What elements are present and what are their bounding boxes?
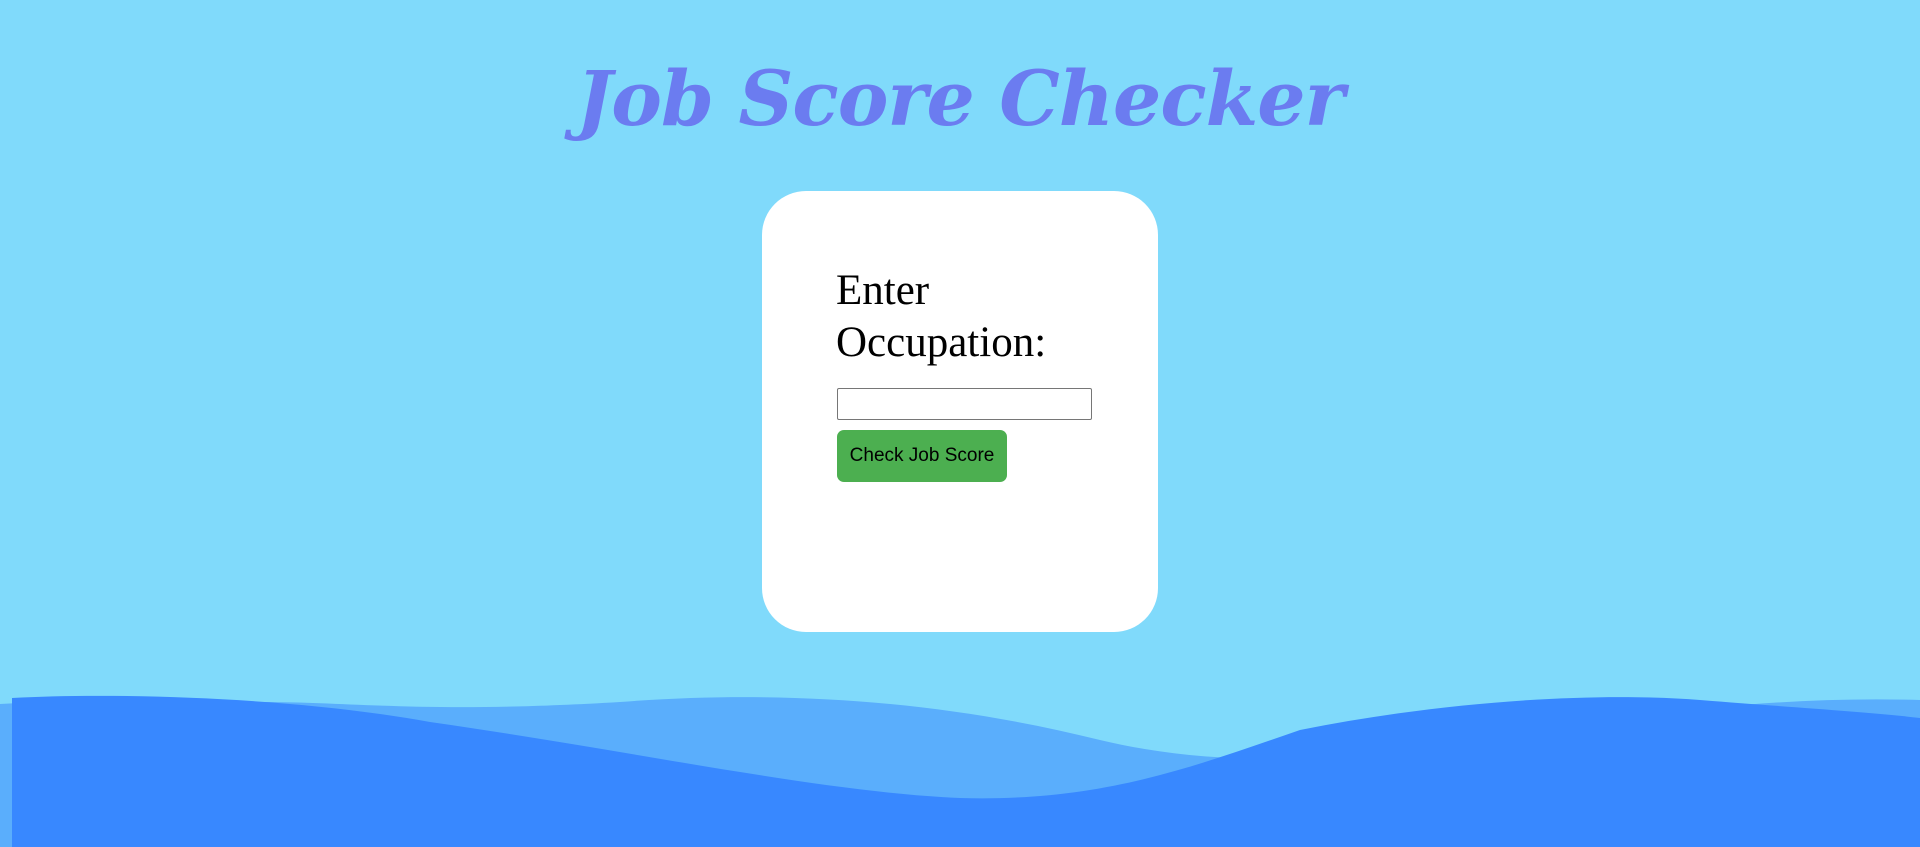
page-title: Job Score Checker (576, 54, 1344, 143)
occupation-form-card: Enter Occupation: Check Job Score (762, 191, 1158, 632)
occupation-label: Enter Occupation: (836, 267, 1047, 366)
occupation-input[interactable] (837, 388, 1092, 420)
check-job-score-button[interactable]: Check Job Score (837, 430, 1007, 482)
wave-decoration (0, 695, 1920, 847)
